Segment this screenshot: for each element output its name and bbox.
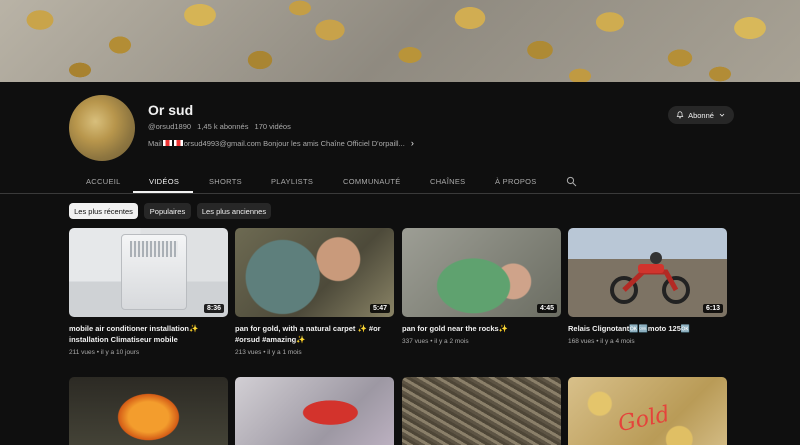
video-views: 213 vues <box>235 349 262 356</box>
channel-tabs: ACCUEIL VIDÉOS SHORTS PLAYLISTS COMMUNAU… <box>0 168 800 194</box>
video-duration: 4:45 <box>536 304 557 313</box>
video-duration: 8:36 <box>203 304 224 313</box>
video-age: il y a 2 mois <box>434 338 469 345</box>
video-views: 337 vues <box>402 338 429 345</box>
flag-icon <box>173 140 183 146</box>
motorcycle-icon <box>610 252 690 304</box>
channel-meta: @orsud1890 1,45 k abonnés 170 vidéos <box>148 122 295 131</box>
channel-banner <box>0 0 800 82</box>
subscriber-count: 1,45 k abonnés <box>197 122 249 131</box>
video-meta: 168 vues • il y a 4 mois <box>568 338 635 345</box>
youtube-channel-page: Or sud @orsud1890 1,45 k abonnés 170 vid… <box>0 0 800 445</box>
channel-description[interactable]: Mail orsud4993@gmail.com Bonjour les ami… <box>148 138 414 148</box>
tab-shorts[interactable]: SHORTS <box>209 177 242 186</box>
video-count: 170 vidéos <box>254 122 291 131</box>
video-thumbnail[interactable] <box>69 377 228 445</box>
channel-avatar[interactable] <box>69 95 135 161</box>
video-views: 168 vues <box>568 338 595 345</box>
thumbnail-text: Gold <box>615 401 672 438</box>
desc-prefix: Mail <box>148 138 162 148</box>
video-meta: 337 vues • il y a 2 mois <box>402 338 469 345</box>
video-card[interactable]: Gold <box>568 377 727 445</box>
tab-communaute[interactable]: COMMUNAUTÉ <box>343 177 401 186</box>
bell-icon <box>676 111 684 119</box>
video-title[interactable]: Relais Clignotant🆗🆒moto 125🆗 <box>568 323 727 334</box>
video-duration: 5:47 <box>369 304 390 313</box>
video-title[interactable]: pan for gold near the rocks✨ <box>402 323 561 334</box>
video-meta: 211 vues • il y a 10 jours <box>69 349 140 356</box>
chevron-right-icon[interactable]: › <box>411 138 414 148</box>
tab-playlists[interactable]: PLAYLISTS <box>271 177 313 186</box>
video-card[interactable]: 4:45 pan for gold near the rocks✨ 337 vu… <box>402 228 561 345</box>
flag-icon <box>162 140 172 146</box>
video-card[interactable]: 8:36 mobile air conditioner installation… <box>69 228 228 356</box>
desc-text: orsud4993@gmail.com Bonjour les amis Cha… <box>183 138 405 148</box>
channel-handle: @orsud1890 <box>148 122 192 131</box>
video-age: il y a 4 mois <box>600 338 635 345</box>
video-age: il y a 1 mois <box>267 349 302 356</box>
video-title[interactable]: mobile air conditioner installation✨ ins… <box>69 323 228 345</box>
subscribe-label: Abonné <box>688 110 714 120</box>
video-title[interactable]: pan for gold, with a natural carpet ✨ #o… <box>235 323 394 345</box>
video-duration: 6:13 <box>702 304 723 313</box>
video-thumbnail[interactable]: 6:13 <box>568 228 727 317</box>
channel-name: Or sud <box>148 102 194 118</box>
filter-chip-popular[interactable]: Populaires <box>144 203 191 219</box>
filter-chip-oldest[interactable]: Les plus anciennes <box>197 203 271 219</box>
video-card[interactable]: 6:13 Relais Clignotant🆗🆒moto 125🆗 168 vu… <box>568 228 727 345</box>
tab-accueil[interactable]: ACCUEIL <box>86 177 121 186</box>
video-card[interactable] <box>69 377 228 445</box>
video-card[interactable] <box>235 377 394 445</box>
tab-videos[interactable]: VIDÉOS <box>149 177 179 186</box>
tab-chaines[interactable]: CHAÎNES <box>430 177 465 186</box>
active-tab-indicator <box>133 191 193 193</box>
thumbnail-air-conditioner <box>121 234 187 310</box>
filter-chip-recent[interactable]: Les plus récentes <box>69 203 138 219</box>
video-card[interactable]: 5:47 pan for gold, with a natural carpet… <box>235 228 394 356</box>
video-thumbnail[interactable]: 8:36 <box>69 228 228 317</box>
video-age: il y a 10 jours <box>100 349 140 356</box>
video-thumbnail[interactable] <box>402 377 561 445</box>
video-thumbnail[interactable] <box>235 377 394 445</box>
subscribe-button[interactable]: Abonné <box>668 106 734 124</box>
video-card[interactable] <box>402 377 561 445</box>
search-icon[interactable] <box>566 176 577 187</box>
video-thumbnail[interactable]: 5:47 <box>235 228 394 317</box>
video-meta: 213 vues • il y a 1 mois <box>235 349 302 356</box>
chevron-down-icon <box>719 113 725 117</box>
video-thumbnail[interactable]: 4:45 <box>402 228 561 317</box>
video-views: 211 vues <box>69 349 95 356</box>
tab-a-propos[interactable]: À PROPOS <box>495 177 537 186</box>
video-thumbnail[interactable]: Gold <box>568 377 727 445</box>
